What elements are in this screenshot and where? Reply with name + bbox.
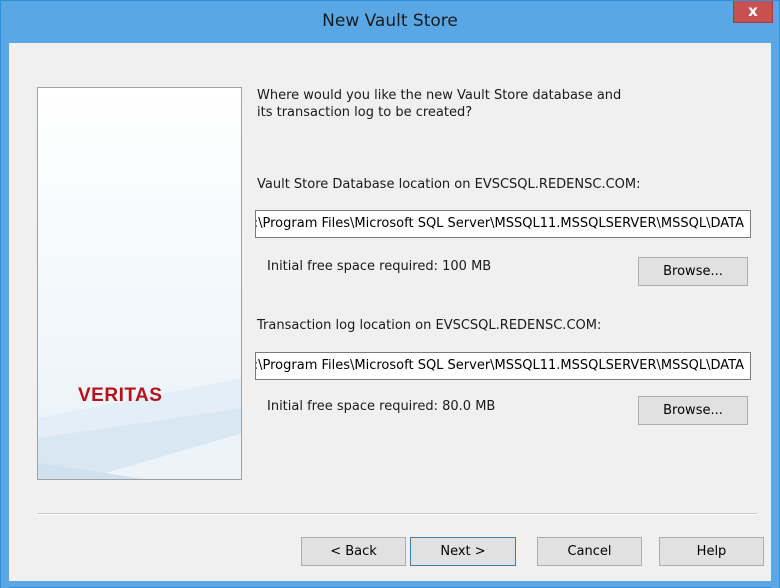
footer-divider-highlight: [37, 514, 757, 515]
cancel-button[interactable]: Cancel: [537, 537, 642, 566]
help-button[interactable]: Help: [659, 537, 764, 566]
database-path-input[interactable]: C:\Program Files\Microsoft SQL Server\MS…: [255, 210, 751, 238]
database-space-required: Initial free space required: 100 MB: [267, 259, 492, 274]
window-title: New Vault Store: [322, 11, 458, 31]
veritas-logo: VERITAS: [78, 385, 163, 406]
dialog-content: VERITAS Where would you like the new Vau…: [9, 43, 771, 581]
database-browse-button[interactable]: Browse...: [638, 257, 748, 286]
prompt-line-2: its transaction log to be created?: [257, 105, 473, 120]
database-path-value: C:\Program Files\Microsoft SQL Server\MS…: [255, 216, 744, 231]
title-bar[interactable]: New Vault Store x: [1, 1, 779, 43]
prompt-line-1: Where would you like the new Vault Store…: [257, 88, 622, 103]
transaction-log-path-value: C:\Program Files\Microsoft SQL Server\MS…: [255, 358, 744, 373]
transaction-log-location-label: Transaction log location on EVSCSQL.REDE…: [257, 318, 602, 333]
close-icon: x: [748, 2, 758, 20]
database-location-label: Vault Store Database location on EVSCSQL…: [257, 177, 641, 192]
wizard-side-panel: VERITAS: [37, 87, 242, 480]
window-border-right: [771, 43, 779, 588]
next-button[interactable]: Next >: [410, 537, 516, 566]
close-button[interactable]: x: [733, 1, 773, 23]
window-border-left: [1, 43, 9, 588]
back-button[interactable]: < Back: [301, 537, 406, 566]
transaction-log-space-required: Initial free space required: 80.0 MB: [267, 399, 496, 414]
transaction-log-browse-button[interactable]: Browse...: [638, 396, 748, 425]
panel-decoration-art: [38, 378, 241, 479]
dialog-window: New Vault Store x VERITAS Where would yo…: [0, 0, 780, 588]
transaction-log-path-input[interactable]: C:\Program Files\Microsoft SQL Server\MS…: [255, 352, 751, 380]
